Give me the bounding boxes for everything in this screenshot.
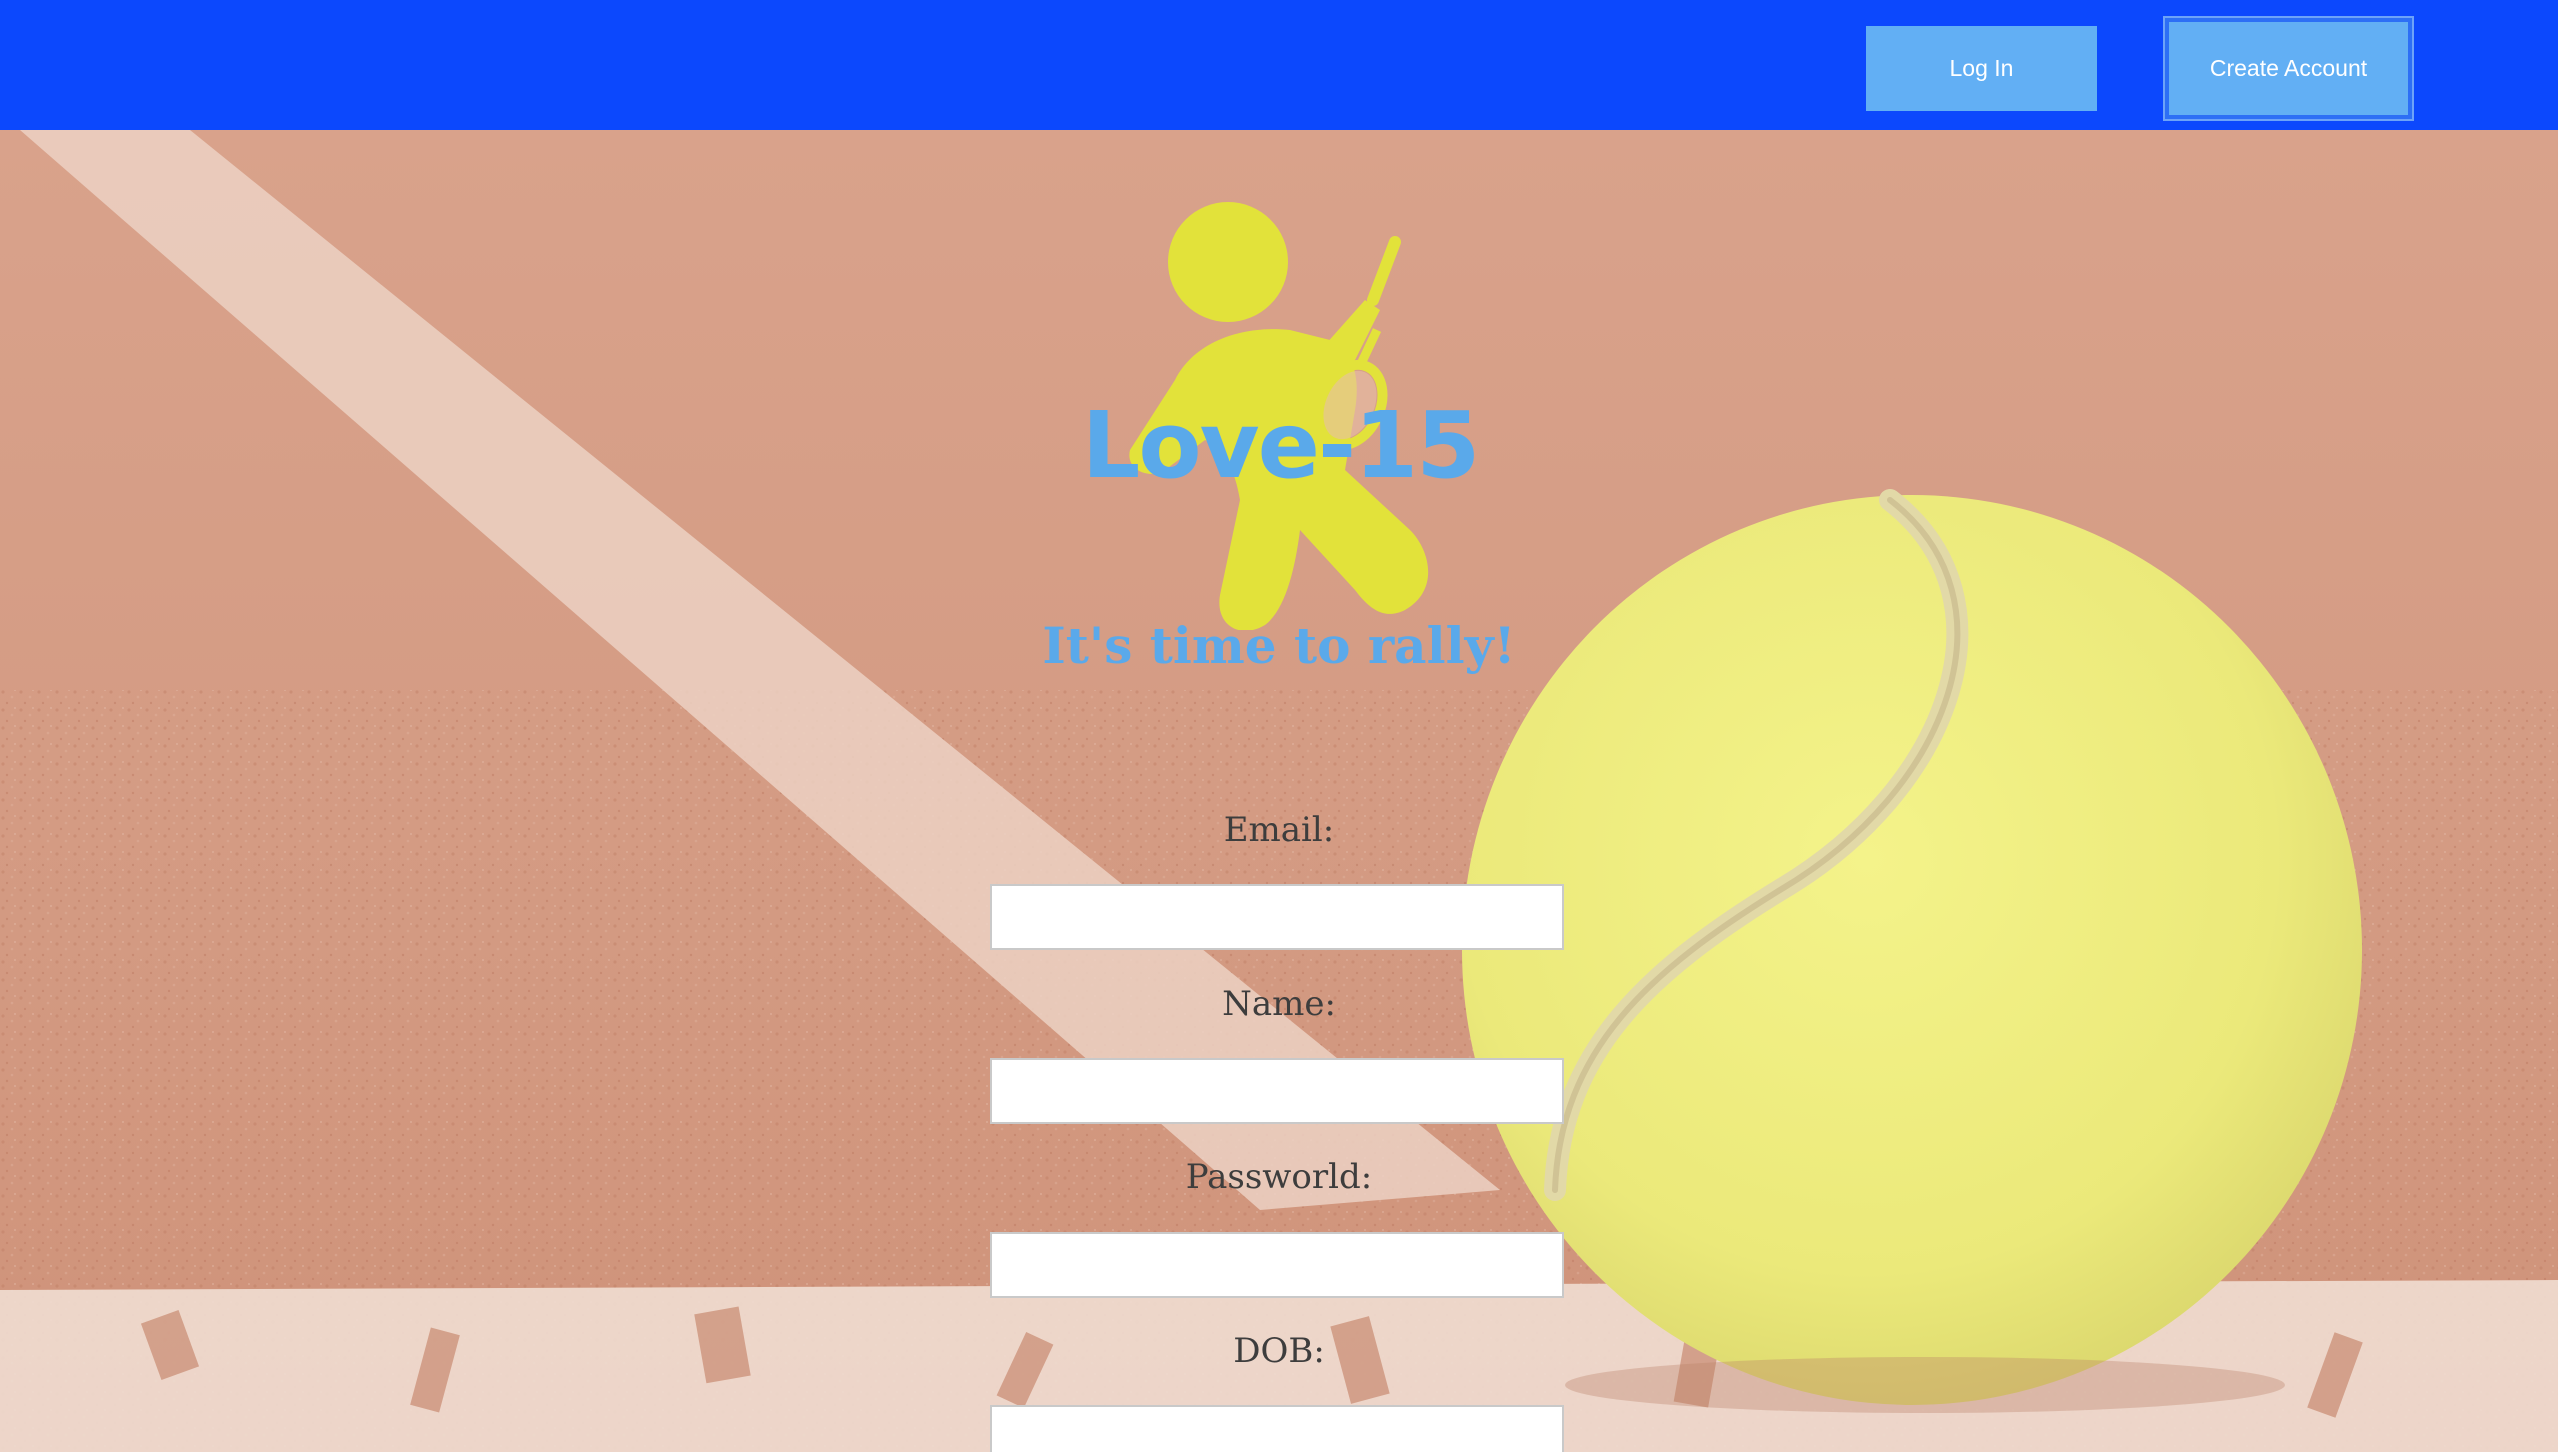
email-field[interactable]: [990, 884, 1564, 950]
brand-name: Love-15: [1081, 392, 1480, 499]
name-label: Name:: [1222, 984, 1336, 1024]
top-navigation-bar: Log In Create Account: [0, 0, 2558, 130]
dob-label: DOB:: [1233, 1331, 1325, 1371]
login-button[interactable]: Log In: [1866, 26, 2097, 111]
email-label: Email:: [1223, 810, 1335, 850]
dob-field[interactable]: [990, 1405, 1564, 1452]
signup-panel: Love-15 It's time to rally! Email: Name:…: [0, 130, 2558, 1452]
password-field[interactable]: [990, 1232, 1564, 1298]
password-label: Passworld:: [1185, 1157, 1373, 1197]
create-account-button[interactable]: Create Account: [2169, 22, 2408, 115]
name-field[interactable]: [990, 1058, 1564, 1124]
brand-tagline: It's time to rally!: [1042, 616, 1516, 675]
